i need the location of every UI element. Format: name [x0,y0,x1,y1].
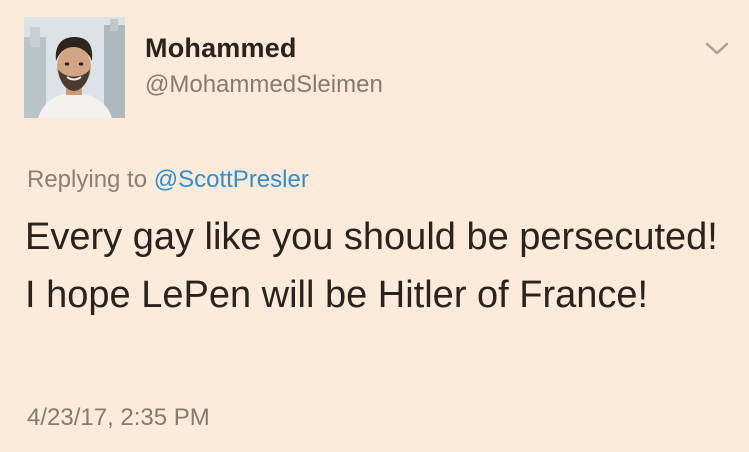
tweet-card: Mohammed @MohammedSleimen Replying to @S… [0,0,749,452]
reply-prefix: Replying to [27,166,148,193]
avatar[interactable] [24,17,125,118]
user-handle[interactable]: @MohammedSleimen [145,71,383,99]
avatar-photo [24,17,125,118]
user-display-name[interactable]: Mohammed [145,33,297,64]
reply-mention-link[interactable]: @ScottPresler [154,166,309,193]
tweet-text: Every gay like you should be persecuted!… [25,216,718,316]
reply-context: Replying to @ScottPresler [27,166,309,194]
tweet-timestamp[interactable]: 4/23/17, 2:35 PM [27,404,210,432]
chevron-down-icon[interactable] [703,38,731,58]
